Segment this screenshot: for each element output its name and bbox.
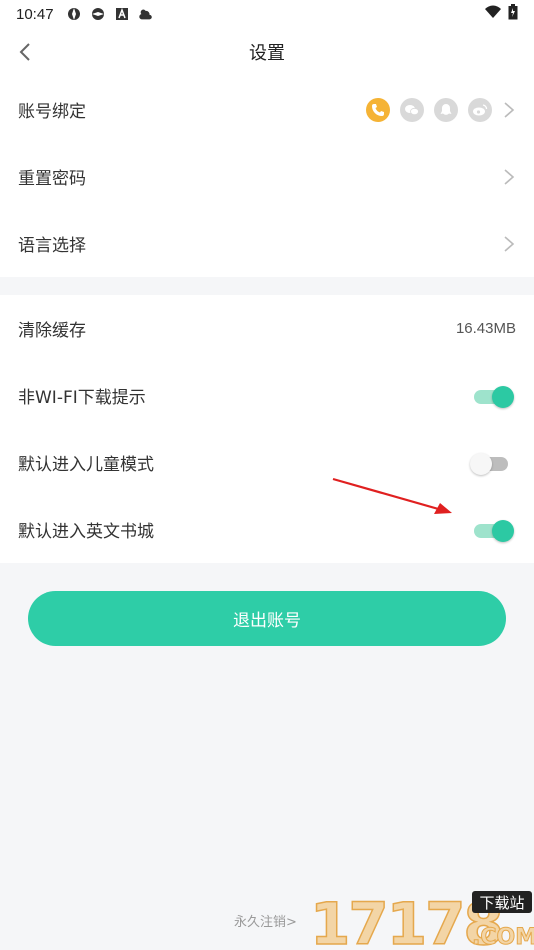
- nav-bar: 设置: [0, 28, 534, 76]
- qq-icon: [434, 97, 458, 122]
- status-bar: 10:47: [0, 0, 534, 28]
- language-row[interactable]: 语言选择: [0, 210, 534, 277]
- chevron-left-icon[interactable]: [14, 40, 38, 64]
- watermark-badge: 下载站: [479, 894, 524, 912]
- logout-wrap: 退出账号: [0, 563, 534, 646]
- reset-password-row[interactable]: 重置密码: [0, 143, 534, 210]
- account-binding-row[interactable]: 账号绑定: [0, 76, 534, 143]
- kids-mode-label: 默认进入儿童模式: [18, 455, 154, 475]
- chevron-right-icon: [504, 168, 515, 185]
- wifi-icon: [484, 5, 502, 23]
- cloud-sun-icon: [138, 6, 154, 22]
- aperture-icon: [90, 6, 106, 22]
- status-time: 10:47: [16, 5, 54, 23]
- english-store-label: 默认进入英文书城: [18, 522, 154, 542]
- section-divider: [0, 277, 534, 295]
- preferences-section: 清除缓存 16.43MB 非WI-FI下载提示 默认进入儿童模式 默认进入英文书…: [0, 295, 534, 563]
- wifi-prompt-row: 非WI-FI下载提示: [0, 362, 534, 429]
- battery-icon: [508, 4, 518, 24]
- cancel-account-link[interactable]: 永久注销>: [234, 911, 297, 930]
- aperture-icon: [66, 6, 82, 22]
- social-icons: [366, 97, 492, 122]
- watermark-suffix: .COM: [472, 925, 534, 950]
- wifi-prompt-toggle[interactable]: [474, 385, 514, 408]
- language-label: 语言选择: [18, 236, 86, 256]
- phone-icon: [366, 97, 390, 122]
- chevron-right-icon: [504, 235, 515, 252]
- english-store-toggle[interactable]: [474, 519, 514, 542]
- account-section: 账号绑定 重置密码 语言选择: [0, 76, 534, 277]
- clear-cache-label: 清除缓存: [18, 321, 86, 341]
- annotation-arrow-icon: [332, 477, 452, 514]
- reset-password-label: 重置密码: [18, 169, 86, 189]
- logout-button[interactable]: 退出账号: [28, 591, 506, 646]
- site-watermark: 17178 下载站 .COM: [309, 889, 534, 950]
- weibo-icon: [468, 97, 492, 122]
- account-binding-label: 账号绑定: [18, 102, 86, 122]
- chevron-right-icon: [504, 101, 515, 118]
- kids-mode-toggle[interactable]: [470, 452, 512, 475]
- cache-size: 16.43MB: [455, 320, 516, 337]
- wechat-icon: [400, 97, 424, 122]
- page-title: 设置: [249, 43, 285, 64]
- wifi-prompt-label: 非WI-FI下载提示: [18, 388, 146, 408]
- a-icon: [114, 6, 130, 22]
- clear-cache-row[interactable]: 清除缓存 16.43MB: [0, 295, 534, 362]
